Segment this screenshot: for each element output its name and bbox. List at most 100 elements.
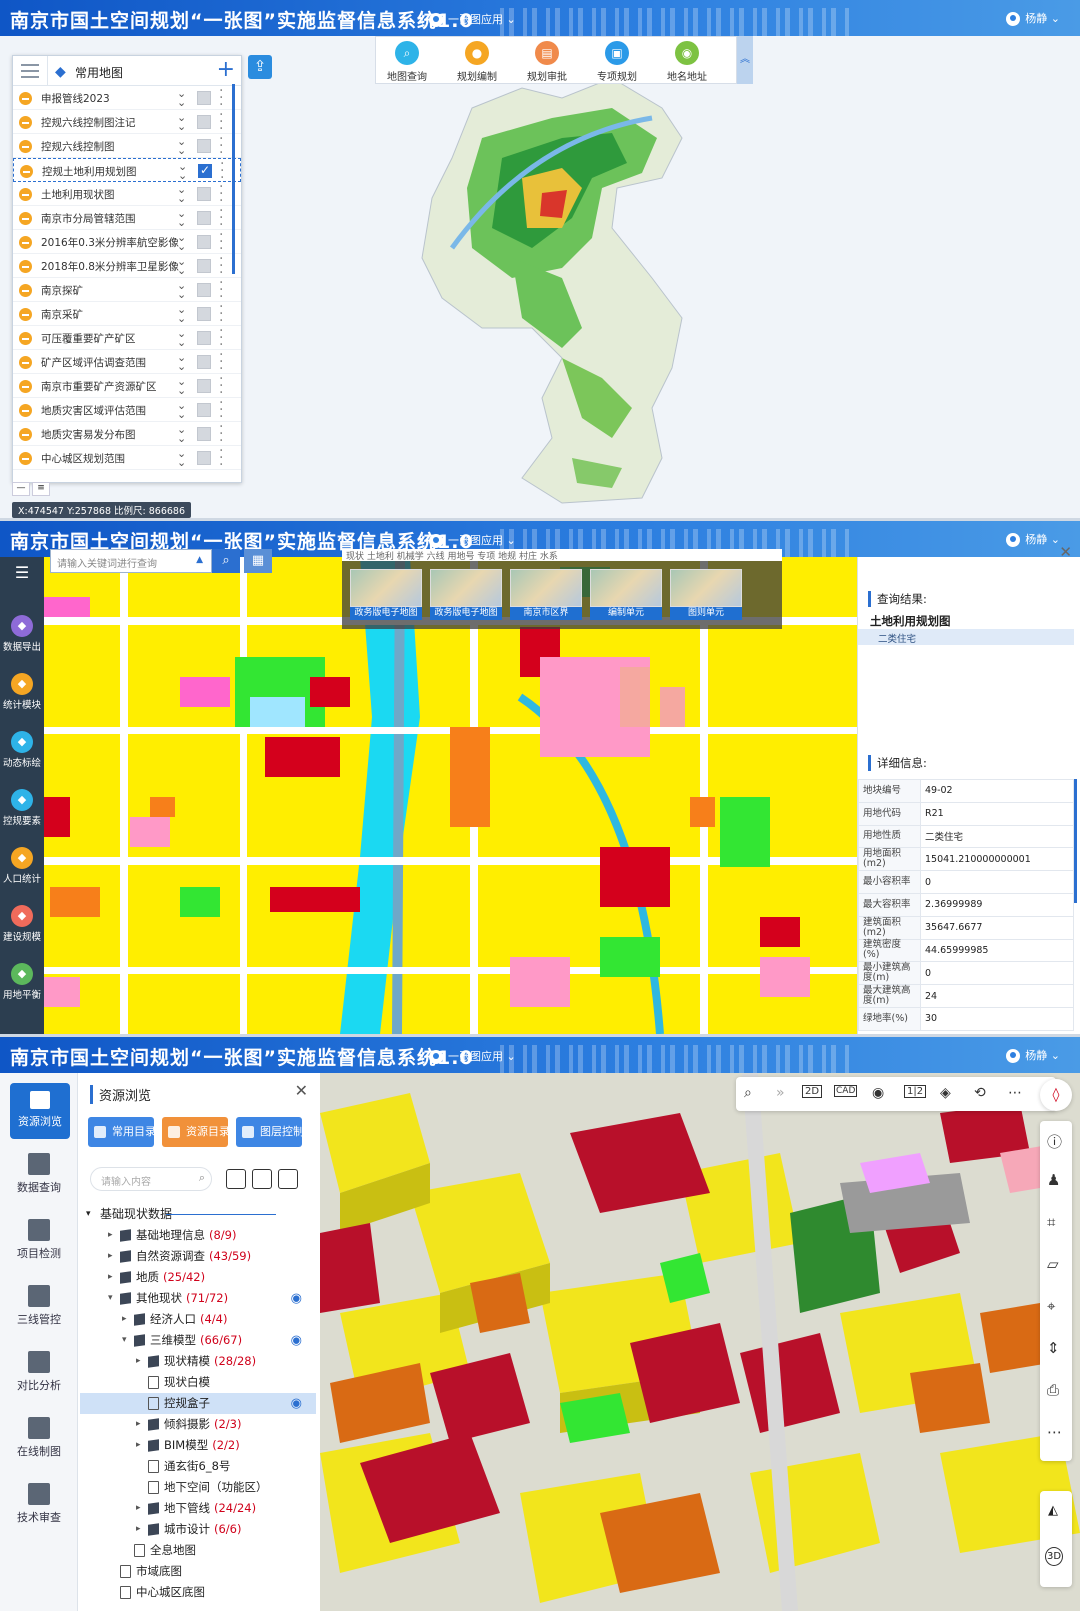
- expand-caret-icon[interactable]: ▸: [108, 1246, 113, 1267]
- menu-button[interactable]: ≡: [32, 482, 50, 496]
- tree-node[interactable]: ▸ 自然资源调查 (43/59): [80, 1246, 316, 1267]
- layer-row[interactable]: 地质灾害区域评估范围 ⌄ ⌄ · · ·: [13, 396, 241, 424]
- list-menu-icon[interactable]: [21, 64, 39, 78]
- basemap-category-tabs[interactable]: 现状 土地利 机械学 六线 用地号 专项 地规 村庄 水系: [342, 549, 782, 561]
- remove-layer-icon[interactable]: [19, 236, 32, 249]
- double-chevron-down-icon[interactable]: ⌄ ⌄: [178, 161, 187, 181]
- layer-checkbox[interactable]: [197, 259, 211, 273]
- double-chevron-down-icon[interactable]: ⌄ ⌄: [177, 184, 186, 204]
- layer-row[interactable]: 控规土地利用规划图⌄⌄···: [13, 157, 241, 185]
- tree-node[interactable]: ▸ BIM模型 (2/2): [80, 1435, 316, 1456]
- more-options-icon[interactable]: · · ·: [219, 300, 223, 328]
- tool-place-address[interactable]: ◉ 地名地址: [656, 41, 718, 83]
- expand-caret-icon[interactable]: ▸: [136, 1414, 141, 1435]
- more-options-icon[interactable]: · · ·: [219, 228, 223, 256]
- tree-node[interactable]: ▸ 城市设计 (6/6): [80, 1519, 316, 1540]
- view-toggle-icon[interactable]: [226, 1169, 246, 1189]
- remove-layer-icon[interactable]: [19, 308, 32, 321]
- expand-caret-icon[interactable]: ▸: [122, 1309, 127, 1330]
- more-options-icon[interactable]: · · ·: [219, 108, 223, 136]
- more-options-icon[interactable]: · · ·: [219, 444, 223, 472]
- search-button[interactable]: ⌕: [212, 549, 240, 573]
- tree-section-heading[interactable]: ▾ 基础现状数据: [80, 1203, 316, 1225]
- more-options-icon[interactable]: · · ·: [219, 276, 223, 304]
- layer-checkbox[interactable]: [197, 451, 211, 465]
- expand-caret-icon[interactable]: ▸: [136, 1351, 141, 1372]
- basemap-thumbnail[interactable]: 编制单元: [590, 569, 662, 621]
- double-chevron-down-icon[interactable]: ⌄ ⌄: [177, 232, 186, 252]
- toggle-menu-button[interactable]: ☰: [0, 563, 44, 582]
- layer-list-scrollbar[interactable]: [232, 84, 235, 274]
- expand-caret-icon[interactable]: ▸: [136, 1519, 141, 1540]
- double-chevron-down-icon[interactable]: ⌄ ⌄: [177, 208, 186, 228]
- layer-row[interactable]: 申报管线2023 ⌄ ⌄ · · ·: [13, 84, 241, 112]
- layer-row[interactable]: 控规六线控制图注记 ⌄ ⌄ · · ·: [13, 108, 241, 136]
- more-options-icon[interactable]: · · ·: [219, 420, 223, 448]
- upload-button[interactable]: ⇪: [248, 55, 272, 79]
- layers-icon[interactable]: ◈: [940, 1085, 951, 1101]
- left-tool-item[interactable]: ◆ 人口统计: [0, 847, 44, 885]
- user-menu[interactable]: 杨静 ⌄: [1006, 10, 1060, 26]
- layer-checkbox[interactable]: [197, 331, 211, 345]
- more-icon[interactable]: ⋯: [1008, 1085, 1022, 1101]
- tree-node[interactable]: 通玄街6_8号: [80, 1456, 316, 1477]
- remove-layer-icon[interactable]: [19, 188, 32, 201]
- search-icon[interactable]: ⌕: [744, 1085, 752, 1101]
- more-options-icon[interactable]: · · ·: [219, 324, 223, 352]
- print-icon[interactable]: ⎙: [1047, 1381, 1059, 1399]
- expand-caret-icon[interactable]: ▾: [108, 1288, 113, 1309]
- expand-caret-icon[interactable]: ▸: [108, 1267, 113, 1288]
- left-tool-item[interactable]: ◆ 动态标绘: [0, 731, 44, 769]
- remove-layer-icon[interactable]: [19, 332, 32, 345]
- layer-checkbox[interactable]: [197, 403, 211, 417]
- basemap-thumbnail[interactable]: 南京市区界: [510, 569, 582, 621]
- tab-resource-catalog[interactable]: 资源目录: [162, 1117, 230, 1147]
- expand-caret-icon[interactable]: ▸: [136, 1435, 141, 1456]
- tree-node[interactable]: 中心城区底图: [80, 1582, 316, 1603]
- tree-node[interactable]: 市域底图: [80, 1561, 316, 1582]
- layer-checkbox[interactable]: [197, 211, 211, 225]
- folder-refresh-icon[interactable]: [252, 1169, 272, 1189]
- add-layer-button[interactable]: +: [217, 58, 235, 82]
- tab-common-catalog[interactable]: 常用目录: [88, 1117, 156, 1147]
- basemap-thumbnail[interactable]: 政务版电子地图: [430, 569, 502, 621]
- remove-layer-icon[interactable]: [19, 284, 32, 297]
- nav-item[interactable]: 三线管控: [0, 1285, 78, 1327]
- layer-row[interactable]: 2018年0.8米分辨率卫星影像 ⌄ ⌄ · · ·: [13, 252, 241, 280]
- remove-layer-icon[interactable]: [19, 428, 32, 441]
- layer-checkbox[interactable]: [197, 91, 211, 105]
- layer-checkbox[interactable]: [197, 235, 211, 249]
- more-options-icon[interactable]: · · ·: [219, 84, 223, 112]
- tool-plan-compile[interactable]: ● 规划编制: [446, 41, 508, 83]
- cad-icon[interactable]: CAD: [834, 1085, 858, 1097]
- tree-node[interactable]: ▸ 地质 (25/42): [80, 1267, 316, 1288]
- layer-row[interactable]: 中心城区规划范围 ⌄ ⌄ · · ·: [13, 444, 241, 472]
- app-menu[interactable]: 一张图应用 ⌄: [422, 11, 516, 27]
- remove-layer-icon[interactable]: [19, 212, 32, 225]
- close-panel-button[interactable]: ✕: [295, 1081, 308, 1100]
- tool-map-query[interactable]: ⌕ 地图查询: [376, 41, 438, 83]
- remove-layer-icon[interactable]: [19, 116, 32, 129]
- layer-row[interactable]: 南京采矿 ⌄ ⌄ · · ·: [13, 300, 241, 328]
- tree-node[interactable]: 控规盒子 ◉: [80, 1393, 316, 1414]
- layer-checkbox[interactable]: [197, 115, 211, 129]
- more-options-icon[interactable]: · · ·: [219, 396, 223, 424]
- remove-layer-icon[interactable]: [19, 92, 32, 105]
- resource-search-input[interactable]: 请输入内容 ⌕: [90, 1167, 212, 1191]
- double-chevron-down-icon[interactable]: ⌄ ⌄: [177, 376, 186, 396]
- map-switch-button[interactable]: ▦: [244, 549, 272, 573]
- layer-row[interactable]: 2016年0.3米分辨率航空影像 ⌄ ⌄ · · ·: [13, 228, 241, 256]
- nav-item[interactable]: 技术审查: [0, 1483, 78, 1525]
- pitch-icon[interactable]: ◭: [1048, 1503, 1058, 1518]
- double-chevron-down-icon[interactable]: ⌄ ⌄: [177, 88, 186, 108]
- layer-checkbox[interactable]: [197, 427, 211, 441]
- crop-icon[interactable]: ⌗: [1047, 1213, 1055, 1231]
- more-icon[interactable]: ⋯: [1047, 1423, 1062, 1441]
- double-chevron-down-icon[interactable]: ⌄ ⌄: [177, 112, 186, 132]
- expand-caret-icon[interactable]: ▾: [122, 1330, 127, 1351]
- 2d-icon[interactable]: 2D: [802, 1085, 823, 1098]
- layer-row[interactable]: 地质灾害易发分布图 ⌄ ⌄ · · ·: [13, 420, 241, 448]
- query-result-item[interactable]: 二类住宅: [858, 629, 1074, 645]
- user-menu[interactable]: 杨静 ⌄: [1006, 531, 1060, 547]
- tool-special-plan[interactable]: ▣ 专项规划: [586, 41, 648, 83]
